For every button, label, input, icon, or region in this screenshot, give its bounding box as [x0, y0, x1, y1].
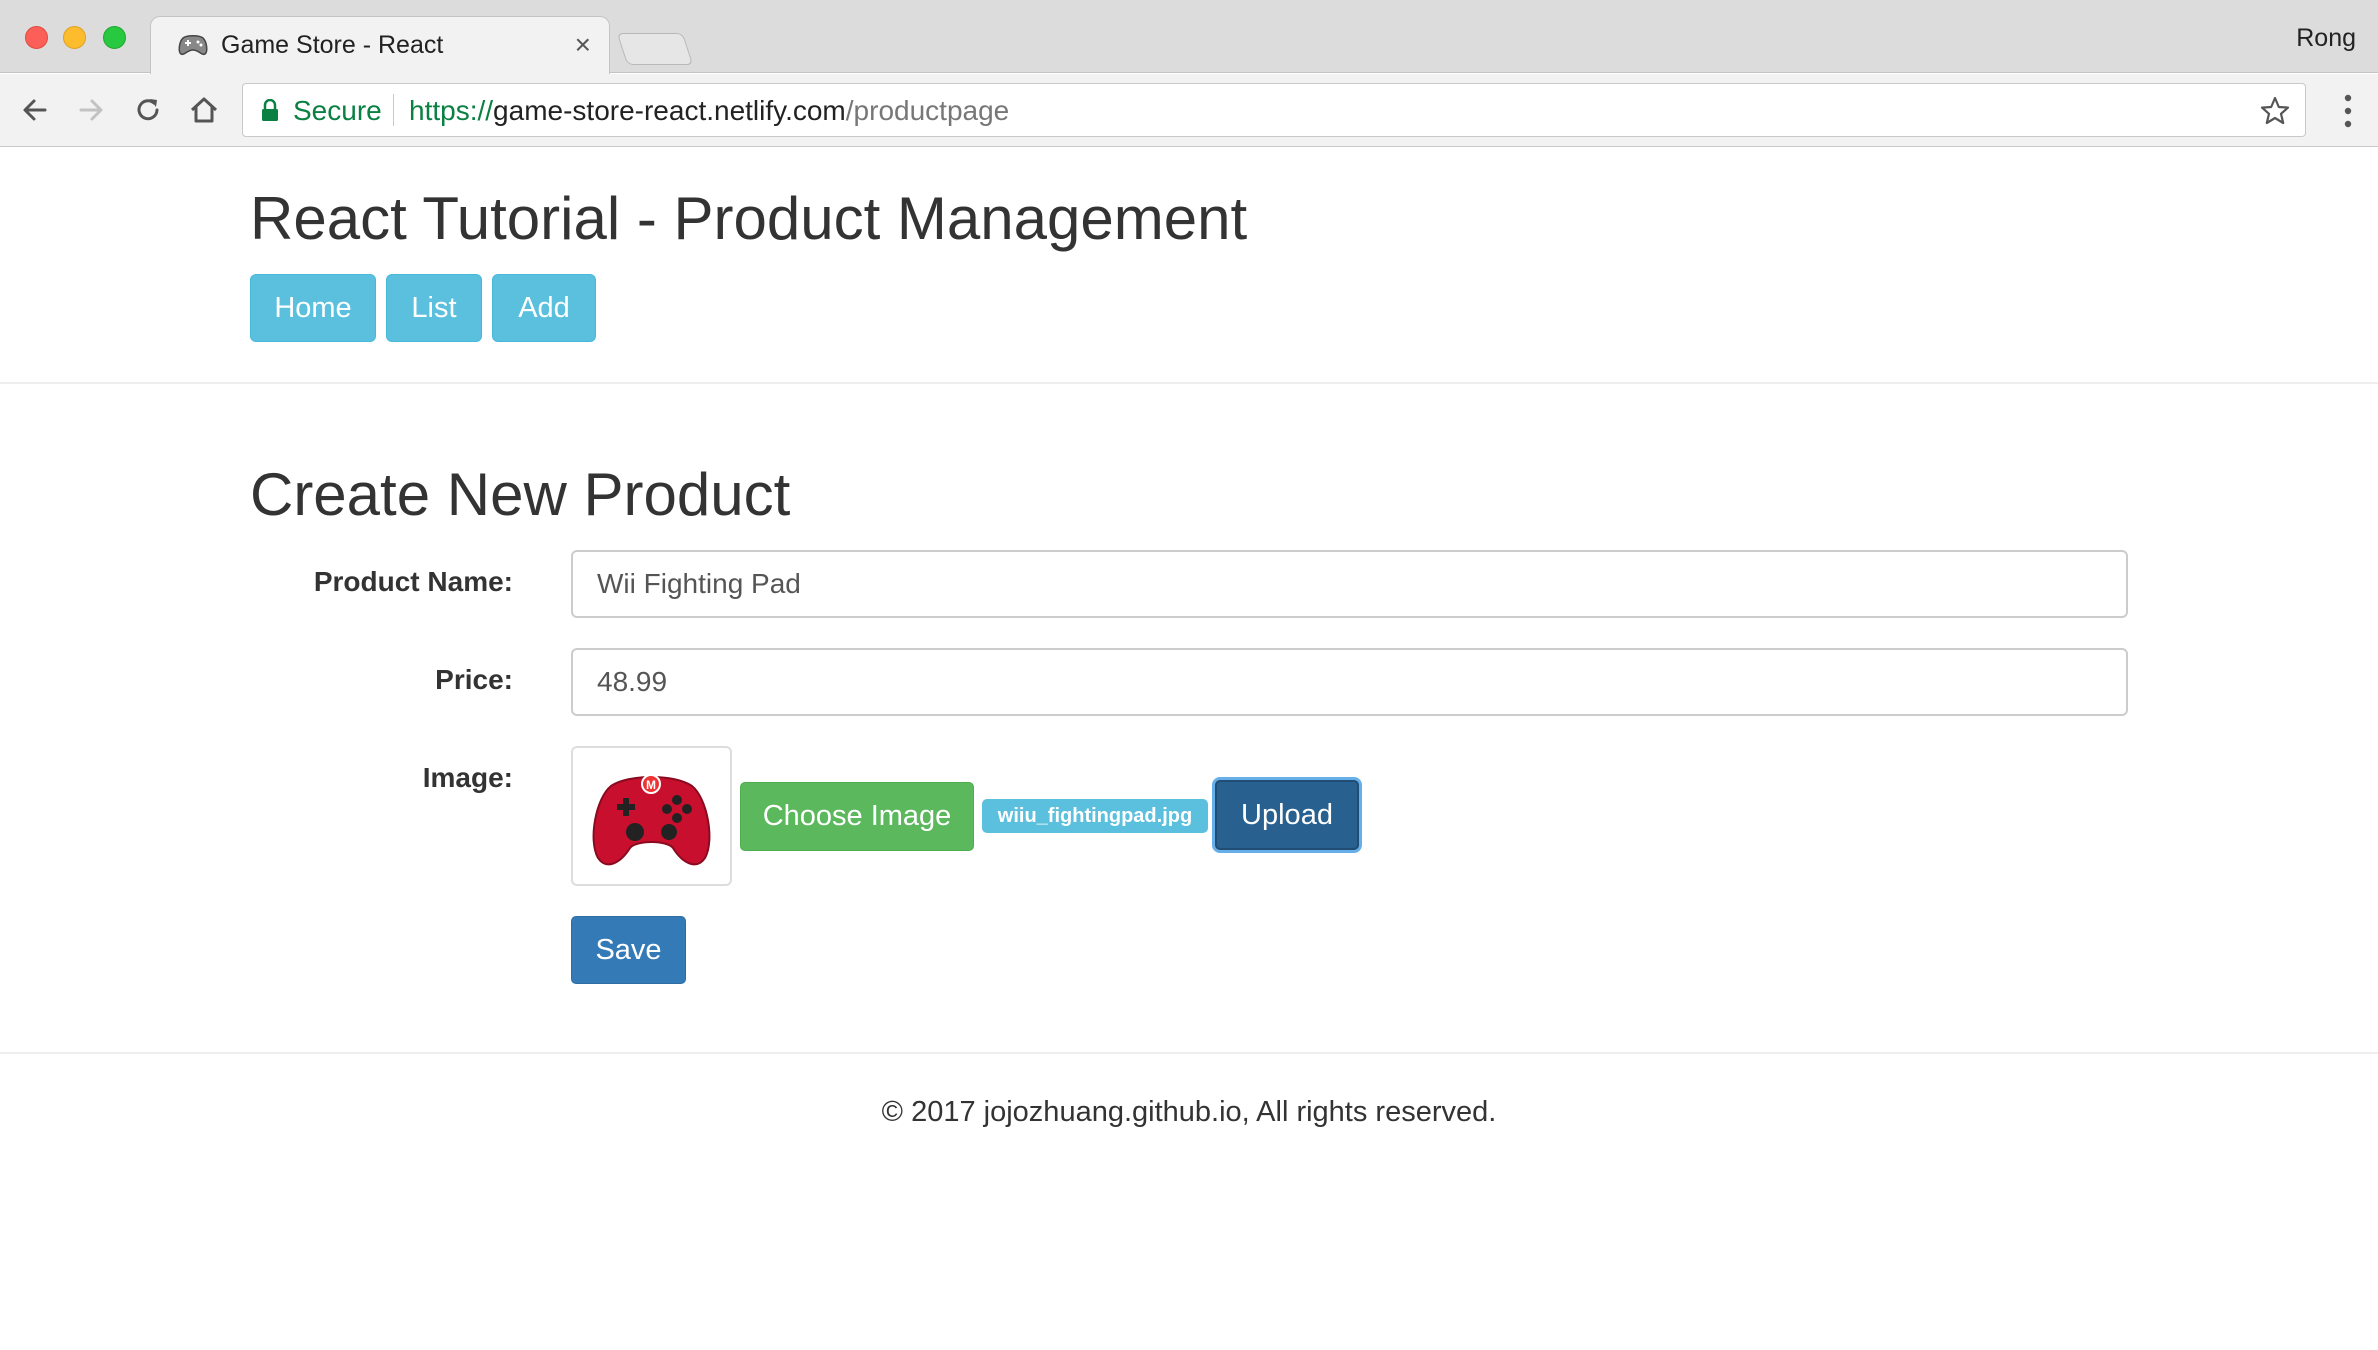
back-arrow-icon[interactable] — [17, 92, 53, 128]
choose-image-button[interactable]: Choose Image — [740, 782, 974, 851]
url-text[interactable]: https://game-store-react.netlify.com/pro… — [409, 95, 1009, 127]
price-label: Price: — [435, 664, 513, 695]
forward-arrow-icon[interactable] — [73, 92, 109, 128]
image-label: Image: — [422, 762, 513, 793]
page-content: React Tutorial - Product Management Home… — [0, 148, 2378, 1350]
save-button[interactable]: Save — [571, 916, 686, 984]
nav-add-button[interactable]: Add — [492, 274, 596, 342]
address-bar[interactable]: Secure https://game-store-react.netlify.… — [242, 83, 2306, 137]
file-name-badge: wiiu_fightingpad.jpg — [982, 799, 1208, 833]
footer-divider — [0, 1052, 2378, 1054]
tab-close-icon[interactable]: × — [575, 29, 591, 61]
zoom-window-button[interactable] — [103, 26, 126, 49]
browser-tab[interactable]: Game Store - React × — [150, 16, 610, 74]
browser-tab-strip: Game Store - React × Rong — [0, 0, 2378, 74]
tab-title: Game Store - React — [221, 31, 444, 59]
red-gamepad-image: M — [592, 774, 711, 866]
url-path: /productpage — [845, 95, 1010, 126]
form-title: Create New Product — [250, 461, 791, 528]
home-icon[interactable] — [186, 92, 222, 128]
close-window-button[interactable] — [25, 26, 48, 49]
header-divider — [0, 382, 2378, 384]
product-name-input[interactable]: Wii Fighting Pad — [571, 550, 2128, 618]
price-input[interactable]: 48.99 — [571, 648, 2128, 716]
minimize-window-button[interactable] — [63, 26, 86, 49]
reload-icon[interactable] — [130, 92, 166, 128]
address-separator — [393, 94, 394, 126]
secure-label: Secure — [293, 95, 382, 126]
url-scheme: https:// — [409, 95, 494, 126]
new-tab-button[interactable] — [616, 33, 694, 65]
nav-home-button[interactable]: Home — [250, 274, 376, 342]
upload-button[interactable]: Upload — [1215, 780, 1359, 850]
gamepad-favicon-icon — [178, 35, 208, 56]
lock-icon — [262, 99, 278, 121]
menu-icon[interactable] — [2344, 94, 2352, 128]
footer-copyright: © 2017 jojozhuang.github.io, All rights … — [881, 1096, 1497, 1128]
product-name-label: Product Name: — [313, 566, 513, 597]
svg-text:M: M — [646, 778, 656, 792]
bookmark-star-icon[interactable] — [2259, 95, 2291, 127]
profile-name[interactable]: Rong — [2296, 24, 2356, 53]
url-host: game-store-react.netlify.com — [493, 95, 846, 126]
product-image-thumbnail: M — [571, 746, 732, 886]
nav-list-button[interactable]: List — [386, 274, 482, 342]
page-title: React Tutorial - Product Management — [250, 185, 1248, 252]
browser-toolbar: Secure https://game-store-react.netlify.… — [0, 74, 2378, 147]
